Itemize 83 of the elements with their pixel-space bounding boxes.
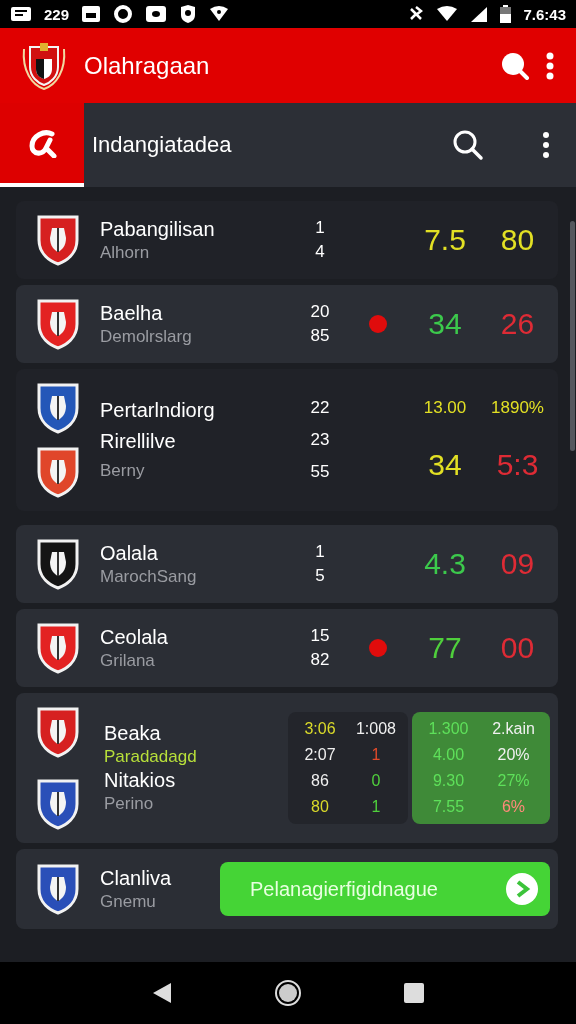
team-name: Pabangilisan [100, 217, 216, 241]
match-card[interactable]: Clanliva Gnemu Pelanagierfigidnague [16, 849, 558, 929]
match-number: 4 [315, 242, 325, 262]
score-value: 00 [499, 631, 536, 665]
match-card[interactable]: Baelha Demolrslarg 20 85 34 26 [16, 285, 558, 363]
score-value: 1 [370, 746, 382, 764]
score-value: 4.00 [431, 746, 466, 764]
match-number: 85 [310, 326, 330, 346]
message-icon [145, 5, 168, 23]
match-number: 55 [310, 462, 330, 482]
score-value: 77 [427, 631, 463, 665]
score-value: 0 [370, 772, 382, 790]
score-value: 7.5 [423, 223, 467, 257]
scrollbar[interactable] [570, 221, 575, 451]
score-value: 1:008 [354, 720, 397, 738]
match-card[interactable]: Oalala MarochSang 1 5 4.3 09 [16, 525, 558, 603]
ring-icon [113, 4, 134, 24]
score-value: 5:3 [495, 448, 540, 482]
menu-icon[interactable] [542, 131, 550, 159]
match-card[interactable]: Pabangilisan Alhorn 1 4 7.5 80 [16, 201, 558, 279]
score-value: 80 [310, 798, 330, 816]
team-subtitle: Gnemu [100, 891, 157, 912]
section-title: Indangiatadea [92, 132, 233, 158]
score-value: 1890% [490, 398, 545, 418]
match-number: 82 [310, 650, 330, 670]
clock-time: 7.6:43 [523, 5, 566, 23]
score-value: 09 [499, 547, 536, 581]
score-value: 7.55 [431, 798, 466, 816]
team-name: Oalala [100, 541, 159, 565]
score-value: 2.kain [491, 720, 536, 738]
club-logo [20, 40, 68, 91]
team-subtitle: Berny [100, 461, 146, 481]
score-value: 13.00 [422, 398, 468, 418]
home-icon[interactable] [274, 979, 302, 1007]
match-number: 1 [315, 218, 325, 238]
team-subtitle: Demolrslarg [100, 326, 193, 347]
match-number: 20 [310, 302, 330, 322]
score-value: 80 [499, 223, 536, 257]
team-name: Pertarlndiorg [100, 399, 216, 422]
match-number: 1 [315, 542, 325, 562]
score-value: 20% [496, 746, 531, 764]
match-number: 22 [310, 398, 330, 418]
score-value: 1.300 [427, 720, 470, 738]
score-value: 9.30 [431, 772, 466, 790]
team-subtitle: Grilana [100, 650, 156, 671]
team-subtitle: Alhorn [100, 242, 151, 263]
score-value: 34 [427, 307, 463, 341]
match-number: 5 [315, 566, 325, 586]
team-subtitle: Paradadagd [104, 747, 198, 767]
score-value: 26 [499, 307, 536, 341]
status-text: 229 [44, 5, 70, 23]
match-number: 15 [310, 626, 330, 646]
score-value: 27% [496, 772, 531, 790]
match-number: 23 [310, 430, 330, 450]
score-value: 86 [310, 772, 330, 790]
wifi-icon [436, 6, 459, 22]
tab[interactable] [0, 103, 84, 187]
shield-icon [179, 4, 198, 24]
battery-icon [500, 5, 512, 23]
score-value: 6% [500, 798, 527, 816]
team-subtitle: Perino [104, 794, 155, 814]
search-icon[interactable] [452, 129, 484, 161]
team-name: Rirellilve [100, 430, 177, 453]
team-subtitle: MarochSang [100, 566, 198, 587]
score-value: 34 [427, 448, 463, 482]
team-name: Beaka [104, 722, 162, 745]
team-name: Baelha [100, 301, 164, 325]
signal-icon [470, 6, 489, 22]
match-card[interactable]: Beaka Paradadagd Nitakios Perino 3:06 1:008 2:07 1 86 0 80 1 1.300 2.kain 4.00 20% 9.30 27% 7.55 6% [16, 693, 558, 843]
wifi-icon [209, 6, 230, 22]
app-title: Olahragaan [84, 51, 211, 80]
notification-icon [10, 5, 32, 23]
score-value: 2:07 [303, 746, 337, 764]
match-card[interactable]: Ceolala Grilana 15 82 77 00 [16, 609, 558, 687]
score-value: 4.3 [423, 547, 467, 581]
recents-icon[interactable] [403, 982, 426, 1004]
team-name: Clanliva [100, 866, 173, 890]
team-name: Nitakios [104, 769, 177, 792]
image-icon [81, 5, 102, 23]
score-value: 3:06 [303, 720, 337, 738]
team-name: Ceolala [100, 625, 169, 649]
match-card[interactable]: Pertarlndiorg Rirellilve Berny 22 23 55 13.00 1890% 34 5:3 [16, 369, 558, 511]
score-value: 1 [370, 798, 382, 816]
